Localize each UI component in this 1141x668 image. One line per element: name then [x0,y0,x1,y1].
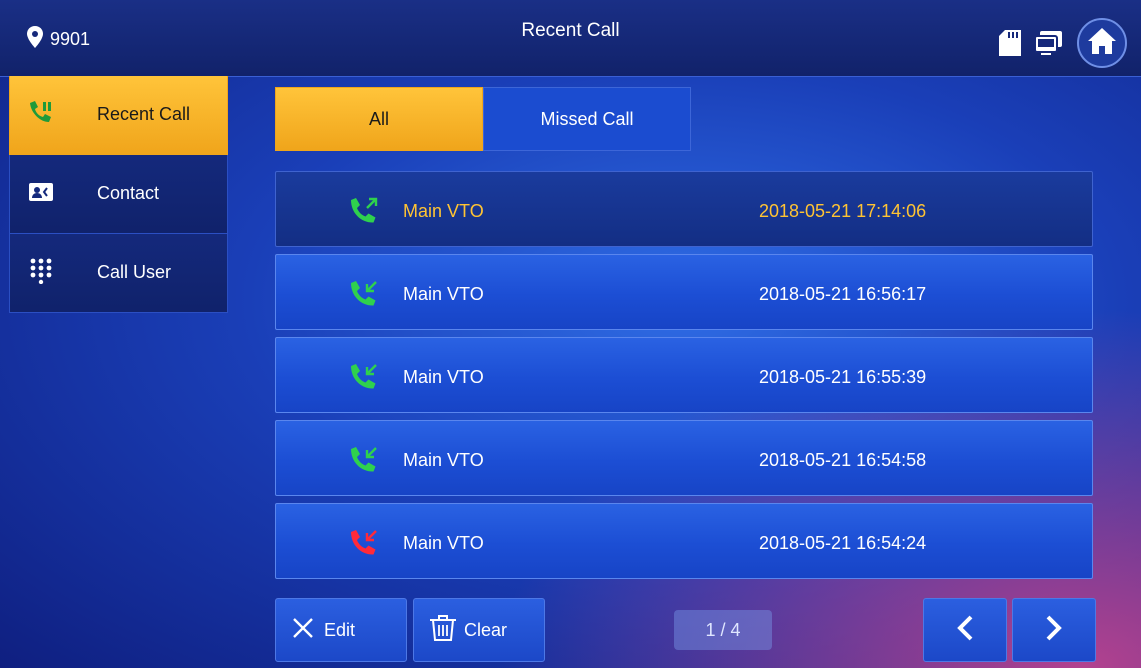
call-row[interactable]: Main VTO 2018-05-21 16:56:17 [275,254,1093,330]
edit-label: Edit [324,619,356,640]
sidebar-item-label: Recent Call [97,104,191,124]
incoming-call-icon [348,278,380,310]
dialpad-icon [28,258,54,285]
edit-button[interactable]: Edit [275,598,407,662]
sidebar-item-label: Call User [97,262,172,282]
page-title: Recent Call [521,20,620,41]
trash-icon [428,614,458,647]
call-time: 2018-05-21 17:14:06 [759,201,927,221]
phone-icon [28,100,54,126]
sidebar-item-contact[interactable]: Contact [9,155,228,234]
sd-card-icon [999,30,1021,56]
sidebar-item-recent-call[interactable]: Recent Call [9,76,228,155]
incoming-call-icon [348,361,380,393]
call-row[interactable]: Main VTO 2018-05-21 16:54:24 [275,503,1093,579]
home-button[interactable] [1077,18,1127,68]
top-bar: 9901 Recent Call [0,0,1141,77]
call-time: 2018-05-21 16:54:24 [759,533,927,553]
home-icon [1087,27,1117,60]
sidebar-item-label: Contact [97,183,160,203]
call-row[interactable]: Main VTO 2018-05-21 16:54:58 [275,420,1093,496]
caller-name: Main VTO [403,367,484,387]
outgoing-call-icon [348,195,380,227]
sidebar: Recent Call Contact Call User [9,76,228,313]
call-list: Main VTO 2018-05-21 17:14:06 Main VTO 20… [275,171,1093,586]
call-time: 2018-05-21 16:54:58 [759,450,927,470]
tab-all[interactable]: All [275,87,483,151]
missed-call-icon [348,527,380,559]
caller-name: Main VTO [403,450,484,470]
next-page-button[interactable] [1012,598,1096,662]
call-time: 2018-05-21 16:55:39 [759,367,927,387]
tab-missed-call[interactable]: Missed Call [483,87,691,151]
incoming-call-icon [348,444,380,476]
chevron-left-icon [955,614,975,647]
caller-name: Main VTO [403,284,484,304]
contact-card-icon [28,179,54,205]
page-indicator: 1 / 4 [674,610,772,650]
clear-label: Clear [464,619,508,640]
clear-button[interactable]: Clear [413,598,545,662]
call-time: 2018-05-21 16:56:17 [759,284,927,304]
caller-name: Main VTO [403,201,484,221]
close-x-icon [292,617,314,644]
monitor-icon [1035,31,1063,55]
chevron-right-icon [1044,614,1064,647]
caller-name: Main VTO [403,533,484,553]
sidebar-item-call-user[interactable]: Call User [9,234,228,313]
filter-tabs: All Missed Call [275,87,691,151]
call-row[interactable]: Main VTO 2018-05-21 17:14:06 [275,171,1093,247]
call-row[interactable]: Main VTO 2018-05-21 16:55:39 [275,337,1093,413]
previous-page-button[interactable] [923,598,1007,662]
